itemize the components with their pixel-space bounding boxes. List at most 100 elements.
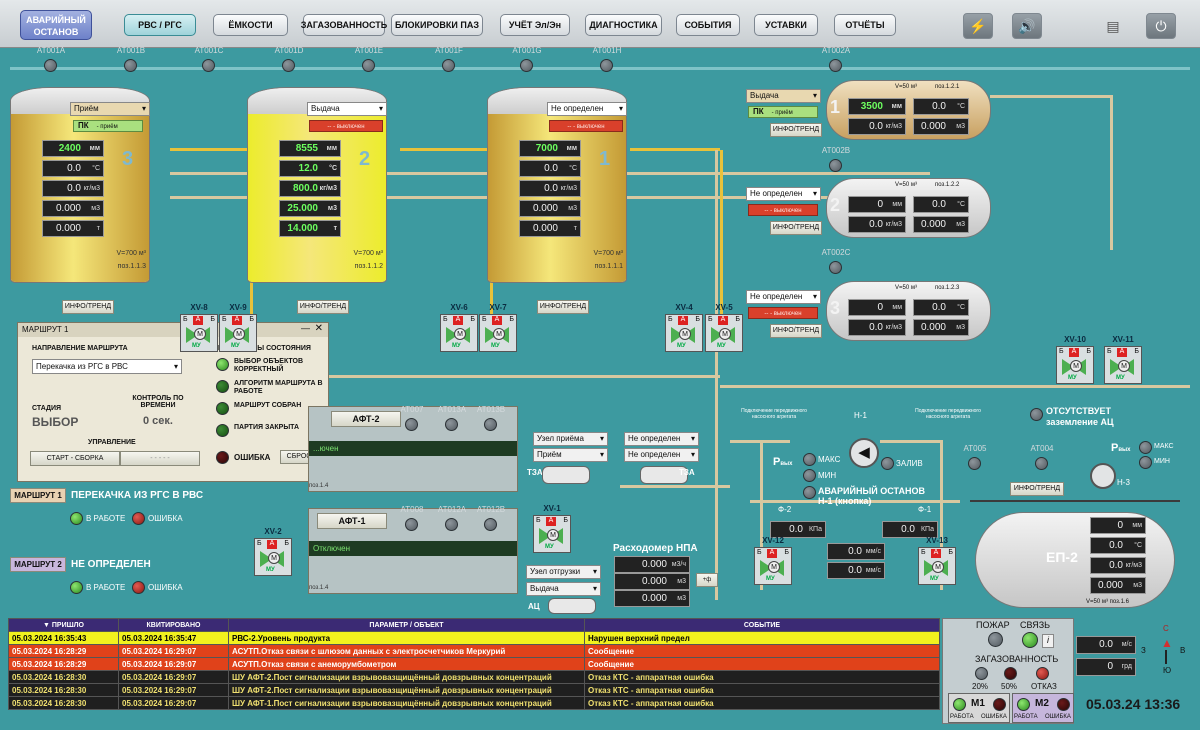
tank-position-label: поз.1.1.2 xyxy=(354,263,383,270)
power-icon[interactable]: ⏻ xyxy=(1146,13,1176,39)
disabled-button[interactable]: - - - - - xyxy=(120,451,200,466)
alarm-row[interactable]: 05.03.2024 16:28:29 05.03.2024 16:29:07 АС… xyxy=(8,657,940,671)
infotrend-button[interactable]: ИНФО/ТРЕНД xyxy=(770,324,822,338)
infotrend-button[interactable]: ИНФО/ТРЕНД xyxy=(297,300,349,314)
node-state-2[interactable]: Не определен xyxy=(624,448,699,462)
nav-tab[interactable]: УСТАВКИ xyxy=(754,14,818,36)
valve-xv-4[interactable]: XV-4 Б А Б М МУ xyxy=(665,303,703,352)
state-indicator-lamp xyxy=(216,358,229,371)
nav-tab[interactable]: ЁМКОСТИ xyxy=(213,14,288,36)
aft2-title[interactable]: АФТ-2 xyxy=(331,411,401,427)
mobile-pump-connection-2: Подключение передвижного насосного агрег… xyxy=(915,408,981,420)
tank-volume-label: V=700 м³ xyxy=(353,250,383,257)
valve-xv-8[interactable]: XV-8 Б А Б М МУ xyxy=(180,303,218,352)
nav-tab[interactable]: РВС / РГС xyxy=(124,14,196,36)
link-label: СВЯЗЬ xyxy=(1020,620,1051,630)
valve-xv-9[interactable]: XV-9 Б А Б М МУ xyxy=(219,303,257,352)
nav-tab[interactable]: СОБЫТИЯ xyxy=(676,14,740,36)
hx-mode-select[interactable]: Не определен xyxy=(746,290,821,304)
nav-tab[interactable]: УЧЁТ Эл/Эн xyxy=(500,14,570,36)
nav-tab[interactable]: ОТЧЁТЫ xyxy=(834,14,896,36)
gas-sensor-label: АТ012А xyxy=(437,505,467,514)
intake-node-select[interactable]: Узел приёма xyxy=(533,432,608,446)
m1-err-label: ОШИБКА xyxy=(981,714,1007,720)
close-icon[interactable]: ✕ xyxy=(315,323,323,334)
ship-node-select[interactable]: Узел отгрузки xyxy=(526,565,601,579)
minimize-icon[interactable]: — xyxy=(301,323,310,333)
aft1-title[interactable]: АФТ-1 xyxy=(317,513,387,529)
valve-xv-11[interactable]: XV-11 Б А Б М МУ xyxy=(1104,335,1142,384)
alarm-row[interactable]: 05.03.2024 16:28:29 05.03.2024 16:29:07 АС… xyxy=(8,644,940,658)
infotrend-button[interactable]: ИНФО/ТРЕНД xyxy=(62,300,114,314)
alarm-row[interactable]: 05.03.2024 16:28:30 05.03.2024 16:29:07 ШУ… xyxy=(8,696,940,710)
tank-mode-select[interactable]: Выдача xyxy=(307,102,387,116)
emergency-stop-button[interactable]: АВАРИЙНЫЙ ОСТАНОВ xyxy=(20,10,92,40)
col-object[interactable]: ПАРАМЕТР / ОБЪЕКТ xyxy=(228,618,585,632)
gas-sensor-label: АТ005 xyxy=(963,444,987,453)
valve-xv-1[interactable]: XV-1 Б А Б М МУ xyxy=(533,504,571,553)
tank-mode-select[interactable]: Приём xyxy=(70,102,150,116)
route-tag[interactable]: МАРШРУТ 1 xyxy=(10,488,66,503)
m1-error-lamp xyxy=(993,698,1006,711)
nav-tab[interactable]: ЗАГАЗОВАННОСТЬ xyxy=(301,14,387,36)
route-work-lamp xyxy=(70,581,83,594)
m2-label: М2 xyxy=(1035,698,1049,709)
alarm-row[interactable]: 05.03.2024 16:35:43 05.03.2024 16:35:47 РВ… xyxy=(8,631,940,645)
hx-mode-select[interactable]: Выдача xyxy=(746,89,821,103)
gas-sensor-lamp xyxy=(1035,457,1048,470)
intake-select[interactable]: Приём xyxy=(533,448,608,462)
infotrend-button[interactable]: ИНФО/ТРЕНД xyxy=(770,221,822,235)
col-acknowledged[interactable]: КВИТИРОВАНО xyxy=(118,618,229,632)
infotrend-button[interactable]: ИНФО/ТРЕНД xyxy=(537,300,589,314)
hx-status: -- - выключен xyxy=(748,204,818,216)
alarm-row[interactable]: 05.03.2024 16:28:30 05.03.2024 16:29:07 ШУ… xyxy=(8,683,940,697)
ep2-level: 0 мм xyxy=(1090,517,1146,534)
pump-h1-icon[interactable]: ◀ xyxy=(849,438,879,468)
hx-mode-select[interactable]: Не определен xyxy=(746,187,821,201)
infotrend-button-ep2[interactable]: ИНФО/ТРЕНД xyxy=(1010,482,1064,496)
tank-temp: 0.0 °С xyxy=(42,160,104,177)
gas-sensor-lamp xyxy=(405,418,418,431)
valve-xv-13[interactable]: XV-13 Б А Б М МУ xyxy=(918,536,956,585)
vibration-1: 0.0 мм/с xyxy=(827,543,885,560)
node-state-1[interactable]: Не определен xyxy=(624,432,699,446)
info-icon[interactable]: i xyxy=(1042,634,1054,648)
infotrend-button[interactable]: ИНФО/ТРЕНД xyxy=(770,123,822,137)
p-out-label: Рвых xyxy=(773,456,793,468)
direction-label: НАПРАВЛЕНИЕ МАРШРУТА xyxy=(32,345,128,352)
route-tag[interactable]: МАРШРУТ 2 xyxy=(10,557,66,572)
tank-volume: 0.000 м3 xyxy=(519,200,581,217)
valve-xv-7[interactable]: XV-7 Б А Б М МУ xyxy=(479,303,517,352)
alarm-row[interactable]: 05.03.2024 16:28:30 05.03.2024 16:29:07 ШУ… xyxy=(8,670,940,684)
col-received[interactable]: ▼ ПРИШЛО xyxy=(8,618,119,632)
fill-label: ЗАЛИВ xyxy=(896,459,923,468)
m2-panel[interactable]: М2 РАБОТА ОШИБКА xyxy=(1012,693,1074,723)
pump-h3-icon[interactable] xyxy=(1090,463,1116,489)
valve-xv-2[interactable]: XV-2 Б А Б М МУ xyxy=(254,527,292,576)
m1-panel[interactable]: М1 РАБОТА ОШИБКА xyxy=(948,693,1010,723)
lightning-icon[interactable]: ⚡ xyxy=(963,13,993,39)
start-assembly-button[interactable]: СТАРТ - СБОРКА xyxy=(30,451,120,466)
gas-sensor-lamp xyxy=(282,59,295,72)
export-icon[interactable]: ▤ xyxy=(1098,13,1128,39)
route-name: НЕ ОПРЕДЕЛЕН xyxy=(71,559,151,570)
nav-tab[interactable]: ДИАГНОСТИКА xyxy=(585,14,662,36)
valve-xv-10[interactable]: XV-10 Б А Б М МУ xyxy=(1056,335,1094,384)
col-event[interactable]: СОБЫТИЕ xyxy=(584,618,940,632)
route-name: ПЕРЕКАЧКА ИЗ РГС В РВС xyxy=(71,490,204,501)
flowmeter-button[interactable]: +ф xyxy=(696,573,718,587)
tank-mode-select[interactable]: Не определен xyxy=(547,102,627,116)
valve-xv-6[interactable]: XV-6 Б А Б М МУ xyxy=(440,303,478,352)
aft1-state: Отключен xyxy=(309,541,517,556)
emergency-h1-lamp xyxy=(803,486,816,499)
nav-tab[interactable]: БЛОКИРОВКИ ПАЗ xyxy=(391,14,483,36)
direction-select[interactable]: Перекачка из РГС в РВС xyxy=(32,359,182,374)
route-error-label: ОШИБКА xyxy=(148,514,183,523)
compass-arrow-icon: ▲ xyxy=(1161,636,1173,650)
gas-sensor-label: АТ008 xyxy=(400,505,424,514)
valve-xv-5[interactable]: XV-5 Б А Б М МУ xyxy=(705,303,743,352)
speaker-icon[interactable]: 🔊 xyxy=(1012,13,1042,39)
ship-select[interactable]: Выдача xyxy=(526,582,601,596)
valve-xv-12[interactable]: XV-12 Б А Б М МУ xyxy=(754,536,792,585)
gas-label: ЗАГАЗОВАННОСТЬ xyxy=(975,654,1059,664)
